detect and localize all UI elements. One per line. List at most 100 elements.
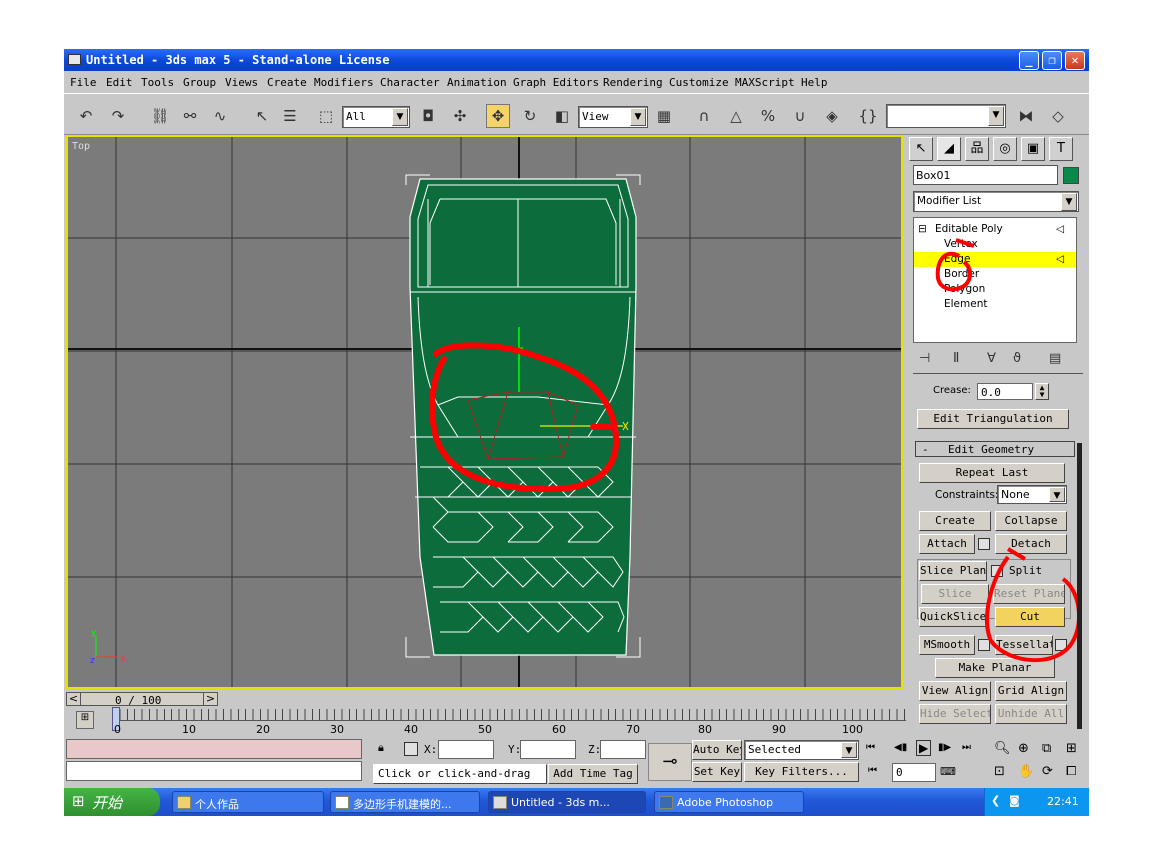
menu-maxscript[interactable]: MAXScript — [735, 76, 795, 89]
display-tab-icon[interactable]: ▣ — [1021, 137, 1045, 161]
snap-toggle-icon[interactable]: ∩ — [692, 104, 716, 128]
window-crossing-icon[interactable]: ◘ — [416, 104, 440, 128]
close-button[interactable]: ✕ — [1065, 51, 1085, 70]
go-to-end-icon[interactable]: ⏭ — [962, 742, 971, 753]
edit-named-selections-icon[interactable]: ◈ — [820, 104, 844, 128]
menu-views[interactable]: Views — [225, 76, 258, 89]
menu-create[interactable]: Create — [267, 76, 307, 89]
x-coordinate-field[interactable] — [438, 740, 494, 759]
make-unique-icon[interactable]: ∀ — [987, 351, 996, 366]
zoom-icon[interactable]: 🔍︎ — [994, 741, 1011, 756]
zoom-all-icon[interactable]: ⊕ — [1018, 741, 1029, 756]
current-frame-field[interactable]: 0 — [892, 763, 936, 782]
named-selection-dropdown[interactable]: ▼ — [886, 104, 1006, 128]
key-mode-dropdown[interactable]: Selected ▼ — [744, 740, 859, 760]
unlink-icon[interactable]: ⚯ — [178, 104, 202, 128]
object-color-swatch[interactable] — [1063, 167, 1079, 184]
selection-region-icon[interactable]: ⬚ — [314, 104, 338, 128]
menu-tools[interactable]: Tools — [141, 76, 174, 89]
y-coordinate-field[interactable] — [520, 740, 576, 759]
percent-snap-icon[interactable]: % — [756, 104, 780, 128]
reference-coord-dropdown[interactable]: View ▼ — [578, 106, 648, 128]
pan-hand-icon[interactable]: ✋ — [1018, 764, 1034, 779]
pin-stack-icon[interactable]: ⊣ — [919, 351, 930, 366]
curve-editor-icon[interactable]: ⊞ — [76, 711, 94, 729]
time-configuration-icon[interactable]: ⌨ — [940, 765, 956, 778]
auto-key-button[interactable]: Auto Key — [692, 740, 742, 760]
select-and-manipulate-icon[interactable]: ✣ — [448, 104, 472, 128]
task-folder[interactable]: 个人作品 — [172, 791, 324, 813]
show-end-result-icon[interactable]: Ⅱ — [953, 351, 959, 366]
select-and-rotate-icon[interactable]: ↻ — [518, 104, 542, 128]
key-mode-toggle-icon[interactable]: ⏮ — [868, 765, 877, 776]
maximize-button[interactable]: ❐ — [1042, 51, 1062, 70]
create-tab-icon[interactable]: ↖ — [909, 137, 933, 161]
set-key-button[interactable]: Set Key — [692, 762, 742, 782]
slider-right-arrow-icon[interactable]: > — [203, 692, 217, 706]
task-browser[interactable]: 多边形手机建模的... — [330, 791, 480, 813]
zoom-extents-all-icon[interactable]: ⊞ — [1066, 741, 1077, 756]
next-frame-icon[interactable]: ▮▶ — [938, 742, 951, 753]
select-by-name-icon[interactable]: ☰ — [278, 104, 302, 128]
hierarchy-tab-icon[interactable]: 品 — [965, 137, 989, 161]
menu-graph-editors[interactable]: Graph Editors — [513, 76, 599, 89]
pivot-center-icon[interactable]: ▦ — [652, 104, 676, 128]
select-and-scale-icon[interactable]: ◧ — [550, 104, 574, 128]
set-key-icon[interactable]: ⊸ — [648, 743, 692, 781]
start-button[interactable]: ⊞ 开始 — [64, 788, 160, 816]
z-coordinate-field[interactable] — [600, 740, 646, 759]
menu-rendering[interactable]: Rendering — [603, 76, 663, 89]
tray-arrow-icon[interactable]: ❮ — [991, 794, 1000, 807]
go-to-start-icon[interactable]: ⏮ — [866, 742, 875, 753]
utilities-tab-icon[interactable]: T — [1049, 137, 1073, 161]
tray-network-icon[interactable]: ◙ — [1009, 794, 1020, 807]
menu-modifiers[interactable]: Modifiers — [314, 76, 374, 89]
lock-icon[interactable]: 🔒︎ — [378, 741, 384, 755]
modifier-list-dropdown[interactable]: Modifier List ▼ — [913, 191, 1079, 212]
divider — [913, 373, 1083, 374]
maxscript-input-mini[interactable] — [66, 761, 362, 781]
zoom-extents-icon[interactable]: ⧉ — [1042, 741, 1051, 756]
menu-file[interactable]: File — [70, 76, 97, 89]
arc-rotate-icon[interactable]: ⟳ — [1042, 764, 1053, 779]
angle-snap-icon[interactable]: △ — [724, 104, 748, 128]
key-filters-button[interactable]: Key Filters... — [744, 762, 859, 782]
menu-character[interactable]: Character — [380, 76, 440, 89]
slider-left-arrow-icon[interactable]: < — [67, 692, 81, 706]
previous-frame-icon[interactable]: ◀▮ — [894, 742, 907, 753]
menu-edit[interactable]: Edit — [106, 76, 133, 89]
play-icon[interactable]: ▶ — [916, 740, 932, 756]
menu-animation[interactable]: Animation — [447, 76, 507, 89]
align-icon[interactable]: ◇ — [1046, 104, 1070, 128]
redo-icon[interactable]: ↷ — [106, 104, 130, 128]
task-photoshop[interactable]: Adobe Photoshop — [654, 791, 804, 813]
top-viewport[interactable]: Top y x z — [66, 135, 903, 689]
selection-filter-dropdown[interactable]: All ▼ — [342, 106, 410, 128]
remove-modifier-icon[interactable]: ϑ — [1013, 351, 1021, 366]
maximize-viewport-icon[interactable]: ⧠ — [1066, 764, 1076, 779]
minimize-button[interactable]: _ — [1019, 51, 1039, 70]
mirror-icon[interactable]: ⧓ — [1014, 104, 1038, 128]
object-name-field[interactable]: Box01 — [913, 165, 1058, 185]
motion-tab-icon[interactable]: ◎ — [993, 137, 1017, 161]
track-bar[interactable]: ⊞ 0 10 20 30 40 50 60 70 80 90 100 — [66, 707, 906, 737]
absolute-mode-icon[interactable] — [404, 742, 418, 756]
time-slider[interactable]: < 0 / 100 > — [66, 692, 218, 707]
spinner-snap-icon[interactable]: ∪ — [788, 104, 812, 128]
select-and-move-icon[interactable]: ✥ — [486, 104, 510, 128]
menu-group[interactable]: Group — [183, 76, 216, 89]
menu-help[interactable]: Help — [801, 76, 828, 89]
maxscript-listener-mini[interactable] — [66, 739, 362, 759]
configure-sets-icon[interactable]: ▤ — [1049, 351, 1061, 366]
add-time-tag-button[interactable]: Add Time Tag — [548, 764, 638, 784]
select-and-link-icon[interactable]: ⛓ — [148, 104, 172, 128]
undo-icon[interactable]: ↶ — [74, 104, 98, 128]
bind-space-warp-icon[interactable]: ∿ — [208, 104, 232, 128]
rollout-scrollbar[interactable] — [1077, 443, 1082, 729]
abc-named-sets-icon[interactable]: {} — [856, 104, 880, 128]
field-of-view-icon[interactable]: ⊡ — [994, 764, 1005, 779]
menu-customize[interactable]: Customize — [669, 76, 729, 89]
select-object-icon[interactable]: ↖ — [250, 104, 274, 128]
modify-tab-icon[interactable]: ◢ — [937, 137, 961, 161]
task-3dsmax[interactable]: Untitled - 3ds m... — [488, 791, 646, 813]
